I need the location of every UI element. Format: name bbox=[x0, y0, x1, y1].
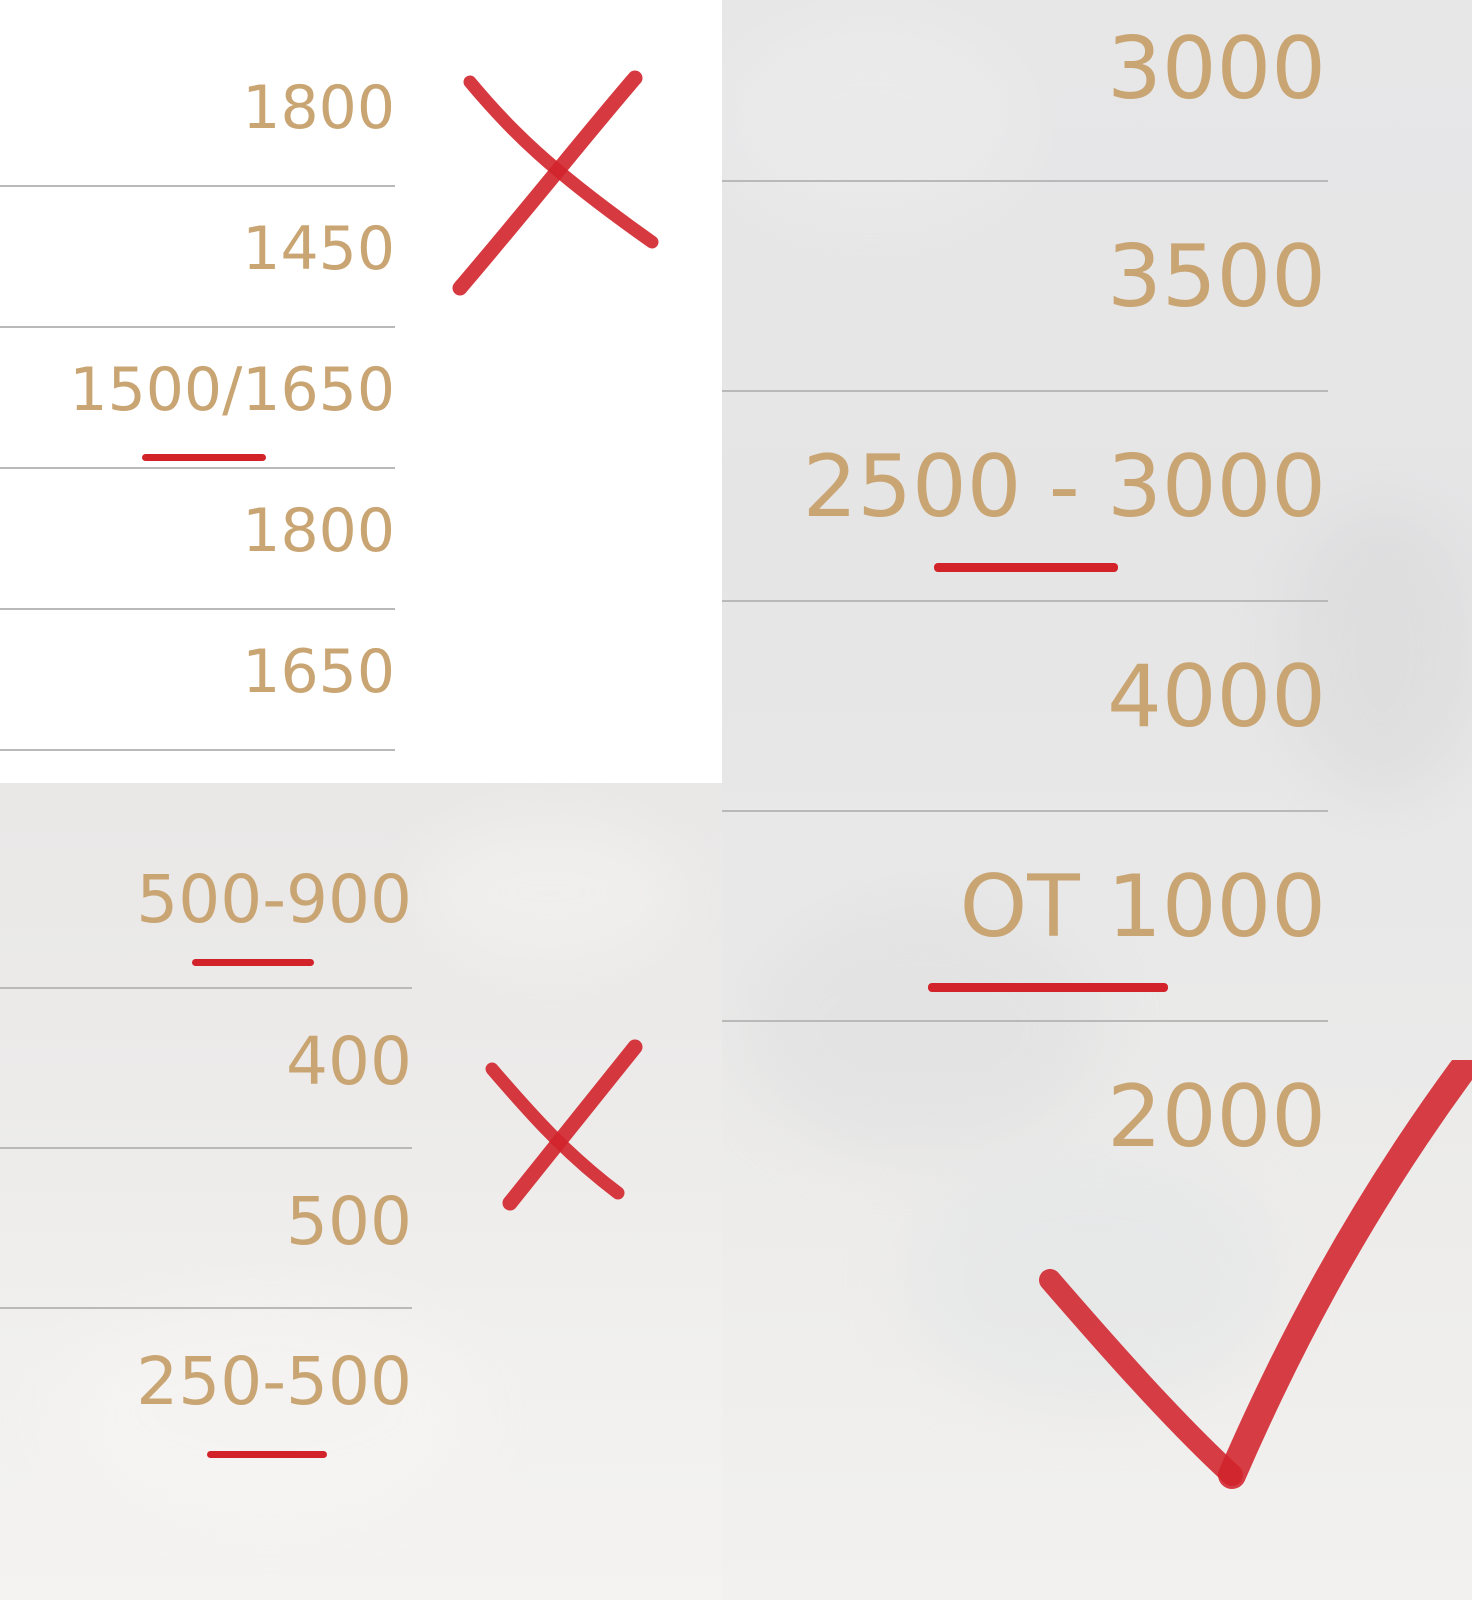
price-value: 1800 bbox=[242, 496, 395, 566]
red-check-mark bbox=[1039, 1060, 1472, 1489]
price-row: 1450 bbox=[0, 187, 395, 328]
red-underline bbox=[192, 959, 314, 966]
price-column-bottom-left: 500-900 400 500 250-500 bbox=[0, 783, 722, 1600]
price-row: 4000 bbox=[722, 602, 1328, 812]
price-row: 500 bbox=[0, 1149, 412, 1309]
price-row: 250-500 bbox=[0, 1309, 412, 1429]
red-underline bbox=[142, 454, 266, 461]
price-value: 500-900 bbox=[136, 861, 412, 938]
price-column-top-left: 1800 1450 1500/1650 1800 1650 bbox=[0, 0, 722, 783]
price-row: 3500 bbox=[722, 182, 1328, 392]
price-row: 1800 bbox=[0, 469, 395, 610]
price-value: 4000 bbox=[1107, 647, 1326, 747]
price-value: 1450 bbox=[242, 214, 395, 284]
price-value: 1800 bbox=[242, 73, 395, 143]
price-value: 1650 bbox=[242, 637, 395, 707]
price-value: 250-500 bbox=[136, 1343, 412, 1420]
red-underline bbox=[207, 1451, 327, 1458]
price-column-right: 3000 3500 2500 - 3000 4000 ОТ 1000 2000 bbox=[722, 0, 1472, 1600]
price-value: ОТ 1000 bbox=[959, 857, 1326, 957]
price-value: 3500 bbox=[1107, 227, 1326, 327]
price-row: 1800 bbox=[0, 0, 395, 187]
price-row: 1650 bbox=[0, 610, 395, 751]
red-underline bbox=[928, 983, 1168, 992]
red-cross-mark bbox=[452, 70, 659, 296]
red-underline bbox=[934, 563, 1118, 572]
price-value: 400 bbox=[286, 1023, 412, 1100]
red-cross-mark bbox=[485, 1039, 643, 1211]
price-value: 1500/1650 bbox=[69, 355, 395, 425]
price-row: 1500/1650 bbox=[0, 328, 395, 469]
price-value: 2500 - 3000 bbox=[802, 437, 1326, 537]
price-row: 400 bbox=[0, 989, 412, 1149]
price-row: 3000 bbox=[722, 0, 1328, 182]
price-value: 500 bbox=[286, 1183, 412, 1260]
price-value: 3000 bbox=[1107, 19, 1326, 119]
